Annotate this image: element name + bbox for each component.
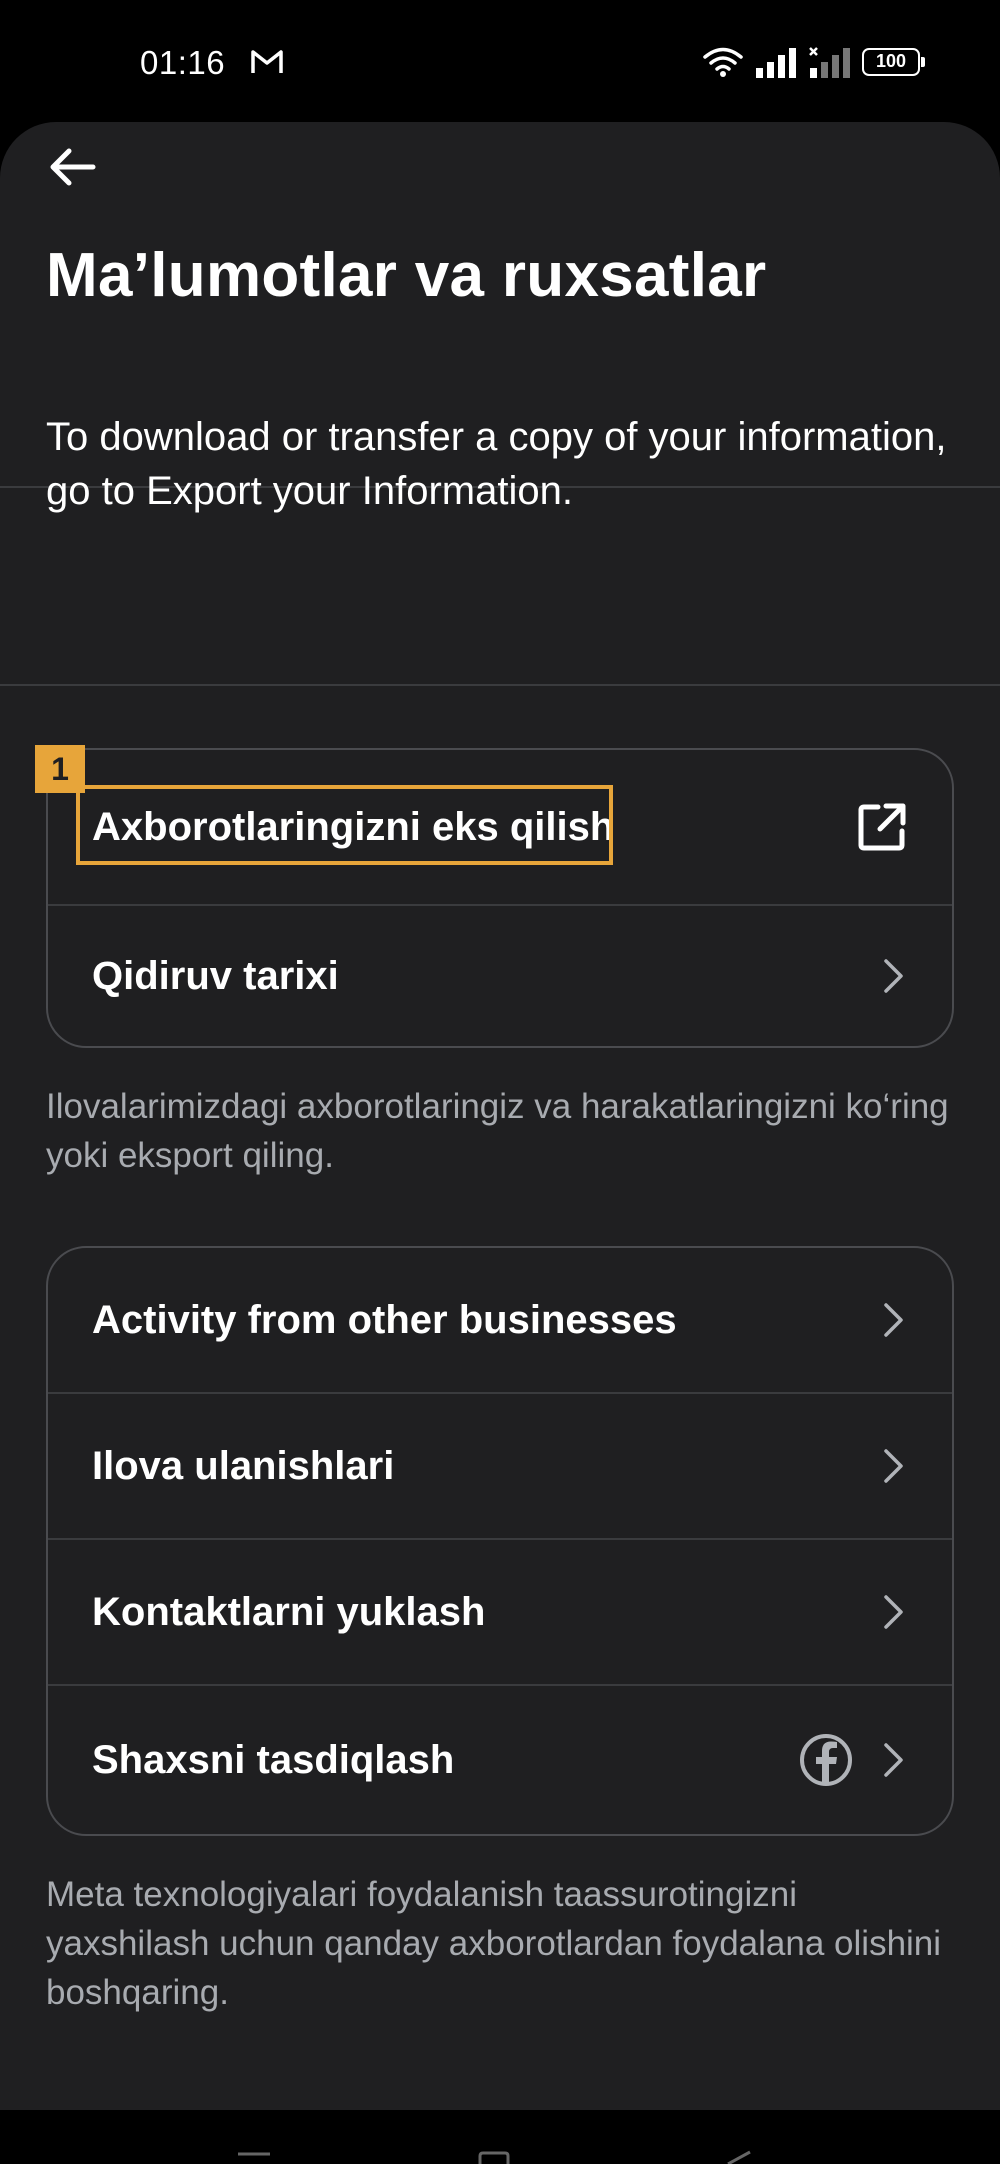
section-card-activity: Activity from other businesses Ilova ula… [46, 1246, 954, 1836]
row-label: Shaxsni tasdiqlash [92, 1737, 455, 1782]
chevron-right-icon [884, 1595, 903, 1629]
wifi-icon [703, 47, 743, 77]
status-bar: 01:16 100 [0, 0, 1000, 122]
system-navigation-bar [0, 2110, 1000, 2164]
export-information-item[interactable]: Axborotlaringizni eks qilish [48, 750, 952, 904]
intro-text: To download or transfer a copy of your i… [46, 415, 947, 513]
app-connections-item[interactable]: Ilova ulanishlari [48, 1392, 952, 1538]
external-link-icon [858, 803, 906, 851]
divider [0, 684, 1000, 686]
row-label: Qidiruv tarixi [92, 953, 339, 998]
chevron-right-icon [884, 959, 903, 993]
upload-contacts-item[interactable]: Kontaktlarni yuklash [48, 1538, 952, 1684]
status-icons: 100 [702, 44, 925, 80]
chevron-right-icon [884, 1303, 903, 1337]
facebook-icon [800, 1734, 852, 1786]
home-nav-icon[interactable] [476, 2150, 512, 2164]
back-button[interactable] [40, 135, 104, 199]
section2-caption: Meta texnologiyalari foydalanish taassur… [46, 1875, 942, 2012]
row-label: Ilova ulanishlari [92, 1443, 395, 1488]
menu-nav-icon[interactable] [236, 2150, 272, 2164]
activity-other-businesses-item[interactable]: Activity from other businesses [48, 1248, 952, 1392]
identity-confirmation-item[interactable]: Shaxsni tasdiqlash [48, 1684, 952, 1834]
chevron-right-icon [884, 1449, 903, 1483]
arrow-left-icon [50, 148, 96, 186]
signal-no-service-icon [809, 47, 850, 78]
chevron-right-icon [884, 1743, 903, 1777]
row-label: Kontaktlarni yuklash [92, 1589, 486, 1634]
section1-caption: Ilovalarimizdagi axborotlaringiz va hara… [46, 1087, 949, 1175]
row-label: Axborotlaringizni eks qilish [92, 804, 615, 849]
row-label: Activity from other businesses [92, 1297, 677, 1342]
annotation-tag: 1 [35, 745, 85, 793]
battery-icon: 100 [862, 48, 925, 76]
section-card-export: Axborotlaringizni eks qilish Qidiruv tar… [46, 748, 954, 1048]
status-time: 01:16 [140, 44, 226, 81]
gmail-icon [251, 50, 283, 73]
page-title: Ma’lumotlar va ruxsatlar [46, 241, 767, 310]
signal-icon [756, 48, 796, 78]
back-nav-icon[interactable] [720, 2150, 756, 2164]
search-history-item[interactable]: Qidiruv tarixi [48, 904, 952, 1046]
